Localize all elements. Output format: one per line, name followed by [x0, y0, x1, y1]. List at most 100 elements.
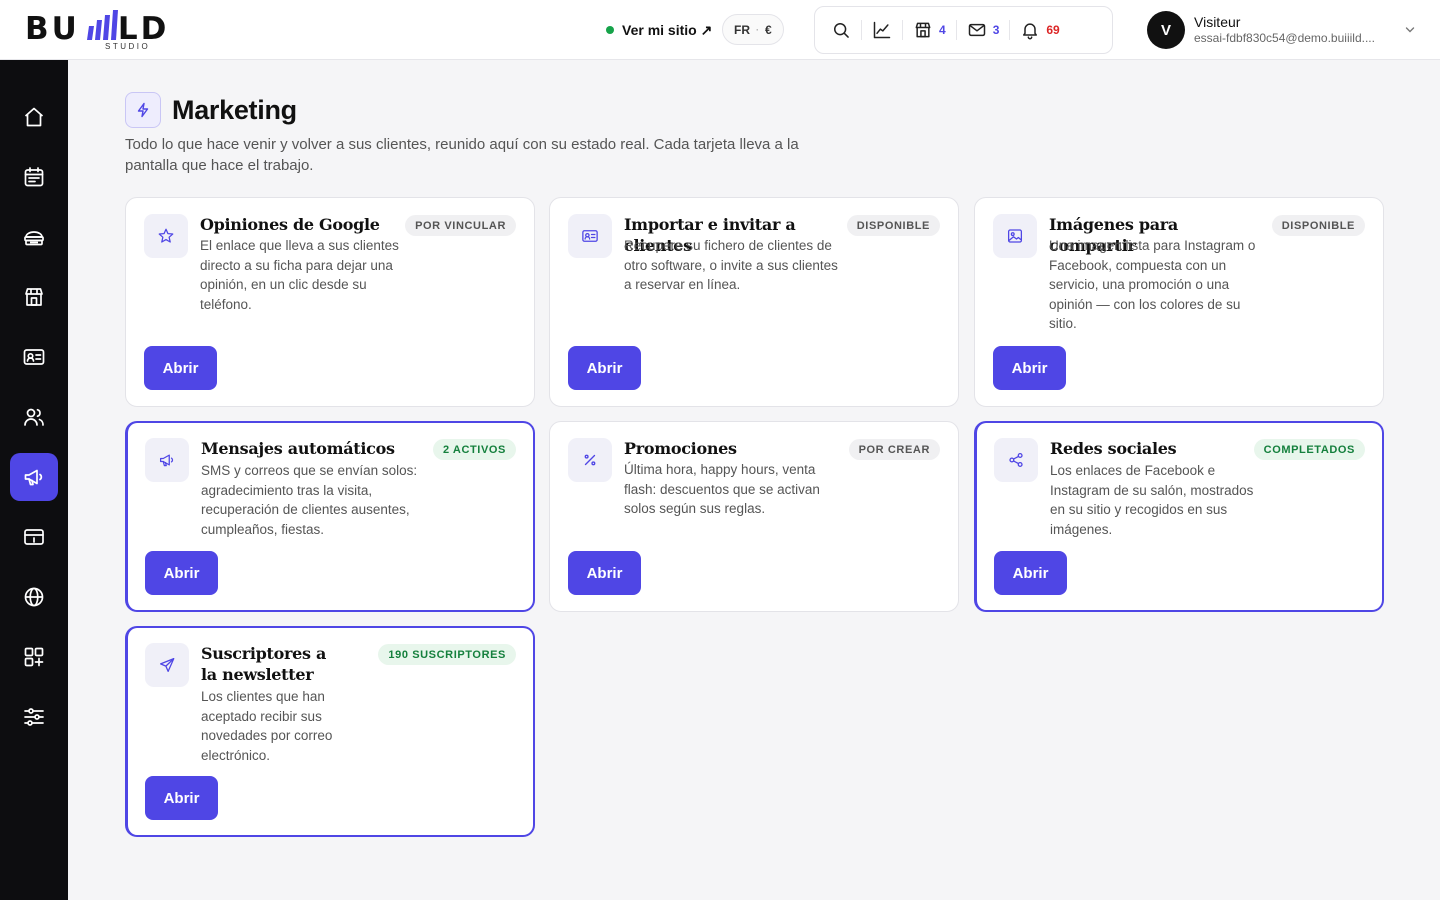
sidebar-item-users[interactable]	[10, 393, 58, 441]
language-currency-selector[interactable]: FR · €	[722, 14, 784, 45]
globe-icon	[24, 587, 44, 607]
card-title: Suscriptores a la newsletter	[201, 644, 327, 684]
calendar-icon	[24, 167, 44, 187]
send-icon	[159, 657, 175, 673]
card-description: SMS y correos que se envían solos: agrad…	[201, 463, 418, 537]
search-button[interactable]	[823, 14, 859, 46]
card-icon-badge	[145, 438, 189, 482]
page-description: Todo lo que hace venir y volver a sus cl…	[125, 136, 799, 174]
card-icon-badge	[993, 214, 1037, 258]
store-icon	[915, 22, 931, 38]
megaphone-icon	[24, 469, 43, 486]
messages-count: 3	[992, 23, 1000, 37]
avatar: V	[1147, 11, 1185, 49]
page-title: Marketing	[172, 94, 297, 125]
logo-subtitle: STUDIO	[105, 42, 151, 51]
services-icon	[24, 231, 44, 246]
card-description: Los enlaces de Facebook e Instagram de s…	[1050, 463, 1254, 537]
card-newsletter-subscribers: Suscriptores a la newsletter Los cliente…	[125, 626, 535, 837]
card-description: El enlace que lleva a sus clientes direc…	[200, 238, 399, 312]
toolbar: 4 3 69	[814, 6, 1113, 54]
star-icon	[158, 228, 174, 243]
user-email: essai-fdbf830c54@demo.buiiild....	[1194, 31, 1375, 45]
card-description: Última hora, happy hours, venta flash: d…	[624, 462, 820, 517]
status-badge: DISPONIBLE	[846, 215, 940, 236]
settings-sliders-icon	[24, 708, 44, 726]
card-description: Recupere su fichero de clientes de otro …	[624, 238, 838, 293]
card-icon-badge	[144, 214, 188, 258]
bell-icon	[1023, 23, 1038, 40]
messages-button[interactable]: 3	[959, 14, 1008, 46]
bolt-icon	[137, 102, 149, 118]
sidebar-item-services[interactable]	[10, 213, 58, 261]
card-google-reviews: Opiniones de Google El enlace que lleva …	[125, 197, 535, 407]
brand-logo[interactable]: BU LD STUDIO	[25, 8, 185, 52]
page-header: Marketing	[125, 92, 297, 128]
chart-icon	[873, 21, 891, 39]
store-icon	[25, 288, 43, 306]
open-button[interactable]: Abrir	[568, 551, 641, 595]
card-title: Promociones	[624, 439, 737, 458]
card-title: Redes sociales	[1050, 439, 1177, 458]
sidebar-item-apps[interactable]	[10, 633, 58, 681]
status-badge: DISPONIBLE	[1271, 215, 1365, 236]
card-social-networks: Redes sociales Los enlaces de Facebook e…	[974, 421, 1384, 612]
card-automatic-messages: Mensajes automáticos SMS y correos que s…	[125, 421, 535, 612]
top-bar: BU LD STUDIO Ver mi sitio ↗ FR · € 4 3 6…	[0, 0, 1440, 60]
store-button[interactable]: 4	[905, 14, 954, 46]
status-badge: POR CREAR	[848, 439, 940, 460]
sidebar-item-clients-card[interactable]	[10, 333, 58, 381]
search-icon	[834, 23, 849, 38]
user-menu[interactable]: V Visiteur essai-fdbf830c54@demo.buiiild…	[1147, 10, 1417, 50]
share-icon	[1009, 452, 1023, 468]
notifications-count: 69	[1046, 23, 1060, 37]
stats-button[interactable]	[864, 14, 900, 46]
payment-icon	[24, 529, 44, 545]
user-name: Visiteur	[1194, 14, 1241, 30]
card-title: Opiniones de Google	[200, 215, 380, 234]
users-icon	[24, 408, 44, 426]
id-card-icon	[23, 349, 45, 365]
card-share-images: Imágenes para compartir Una imagen lista…	[974, 197, 1384, 407]
card-description: Los clientes que han aceptado recibir su…	[201, 689, 333, 763]
sidebar-item-marketing[interactable]	[10, 453, 58, 501]
view-site-link[interactable]: Ver mi sitio ↗	[606, 20, 712, 40]
card-icon-badge	[145, 643, 189, 687]
sidebar	[0, 60, 68, 900]
sidebar-item-home[interactable]	[10, 93, 58, 141]
language-label: FR	[734, 22, 750, 37]
open-button[interactable]: Abrir	[993, 346, 1066, 390]
open-button[interactable]: Abrir	[994, 551, 1067, 595]
logo-bars-icon	[87, 10, 118, 40]
chevron-down-icon	[1405, 27, 1415, 33]
apps-icon	[24, 647, 44, 667]
mail-icon	[968, 23, 985, 37]
sidebar-item-settings[interactable]	[10, 693, 58, 741]
card-icon-badge	[568, 214, 612, 258]
status-badge: POR VINCULAR	[405, 215, 516, 236]
contact-card-icon	[582, 230, 598, 242]
notifications-button[interactable]: 69	[1012, 14, 1067, 46]
open-button[interactable]: Abrir	[144, 346, 217, 390]
currency-label: €	[765, 22, 772, 37]
sidebar-item-calendar[interactable]	[10, 153, 58, 201]
card-promotions: Promociones Última hora, happy hours, ve…	[549, 421, 959, 612]
home-icon	[24, 107, 44, 127]
card-description: Una imagen lista para Instagram o Facebo…	[1049, 238, 1256, 332]
open-button[interactable]: Abrir	[145, 551, 218, 595]
image-icon	[1007, 229, 1023, 243]
sidebar-item-store[interactable]	[10, 273, 58, 321]
percent-icon	[584, 454, 596, 466]
open-button[interactable]: Abrir	[145, 776, 218, 820]
card-icon-badge	[994, 438, 1038, 482]
card-title: Mensajes automáticos	[201, 439, 395, 458]
open-button[interactable]: Abrir	[568, 346, 641, 390]
status-badge: 190 SUSCRIPTORES	[378, 644, 516, 665]
status-badge: 2 ACTIVOS	[432, 439, 516, 460]
card-import-clients: Importar e invitar a clientes Recupere s…	[549, 197, 959, 407]
view-site-label: Ver mi sitio ↗	[622, 21, 713, 38]
store-count: 4	[939, 23, 946, 37]
status-badge: COMPLETADOS	[1253, 439, 1365, 460]
sidebar-item-payments[interactable]	[10, 513, 58, 561]
sidebar-item-website[interactable]	[10, 573, 58, 621]
